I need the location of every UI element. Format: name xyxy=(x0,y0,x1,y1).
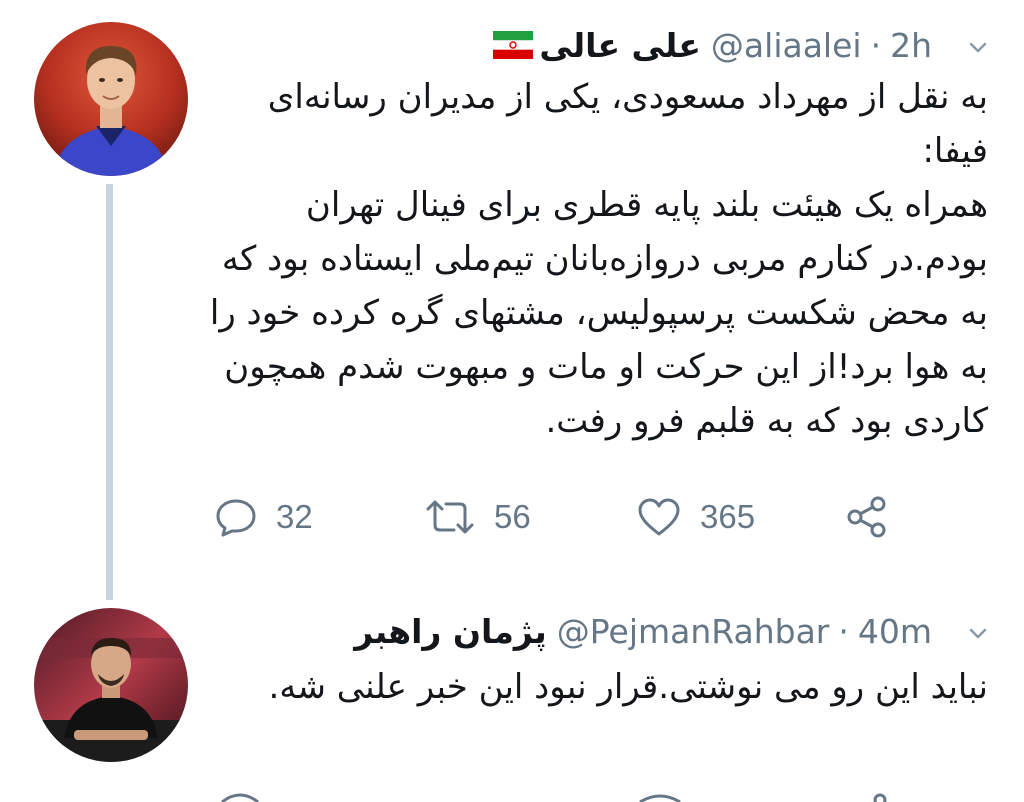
tweet-paragraph: همراه یک هیئت بلند پایه قطری برای فینال … xyxy=(209,185,988,441)
chevron-down-icon[interactable] xyxy=(968,38,988,58)
tweet-body: نباید این رو می نوشتی.قرار نبود این خبر … xyxy=(208,660,988,714)
author-name[interactable]: علی عالی xyxy=(539,26,701,65)
avatar-aliaalei[interactable] xyxy=(34,22,188,176)
iran-flag-icon xyxy=(493,31,534,59)
like-icon xyxy=(638,498,680,536)
author-handle[interactable]: @PejmanRahbar xyxy=(557,612,830,651)
tweet-timestamp[interactable]: 2h xyxy=(890,26,932,65)
tweet-header: علی عالی @aliaalei · 2h xyxy=(493,20,932,70)
reply-count: 32 xyxy=(276,498,313,535)
author-handle[interactable]: @aliaalei xyxy=(711,26,862,65)
next-actions-peek xyxy=(221,793,887,802)
tweet-timestamp[interactable]: 40m xyxy=(858,612,932,651)
share-button[interactable] xyxy=(844,492,890,542)
retweet-count: 56 xyxy=(494,498,531,535)
tweet-actions: 32 56 365 xyxy=(214,492,914,542)
like-button[interactable]: 365 xyxy=(636,492,755,542)
share-icon xyxy=(847,496,886,538)
separator-dot: · xyxy=(838,611,849,651)
avatar-pejmanrahbar[interactable] xyxy=(34,608,188,762)
thread-connector-line xyxy=(106,184,113,600)
retweet-button[interactable]: 56 xyxy=(424,492,531,542)
tweet-paragraph: به نقل از مهرداد مسعودی، یکی از مدیران ر… xyxy=(267,77,988,171)
like-count: 365 xyxy=(700,498,756,535)
reply-icon xyxy=(216,499,256,537)
retweet-icon xyxy=(426,500,474,534)
author-name[interactable]: پژمان راهبر xyxy=(354,612,547,651)
reply-button[interactable]: 32 xyxy=(214,492,313,542)
tweet-paragraph: نباید این رو می نوشتی.قرار نبود این خبر … xyxy=(268,667,988,707)
tweet-body: به نقل از مهرداد مسعودی، یکی از مدیران ر… xyxy=(208,70,988,448)
chevron-down-icon[interactable] xyxy=(968,624,988,644)
separator-dot: · xyxy=(870,25,882,65)
tweet-header: پژمان راهبر @PejmanRahbar · 40m xyxy=(354,606,932,656)
